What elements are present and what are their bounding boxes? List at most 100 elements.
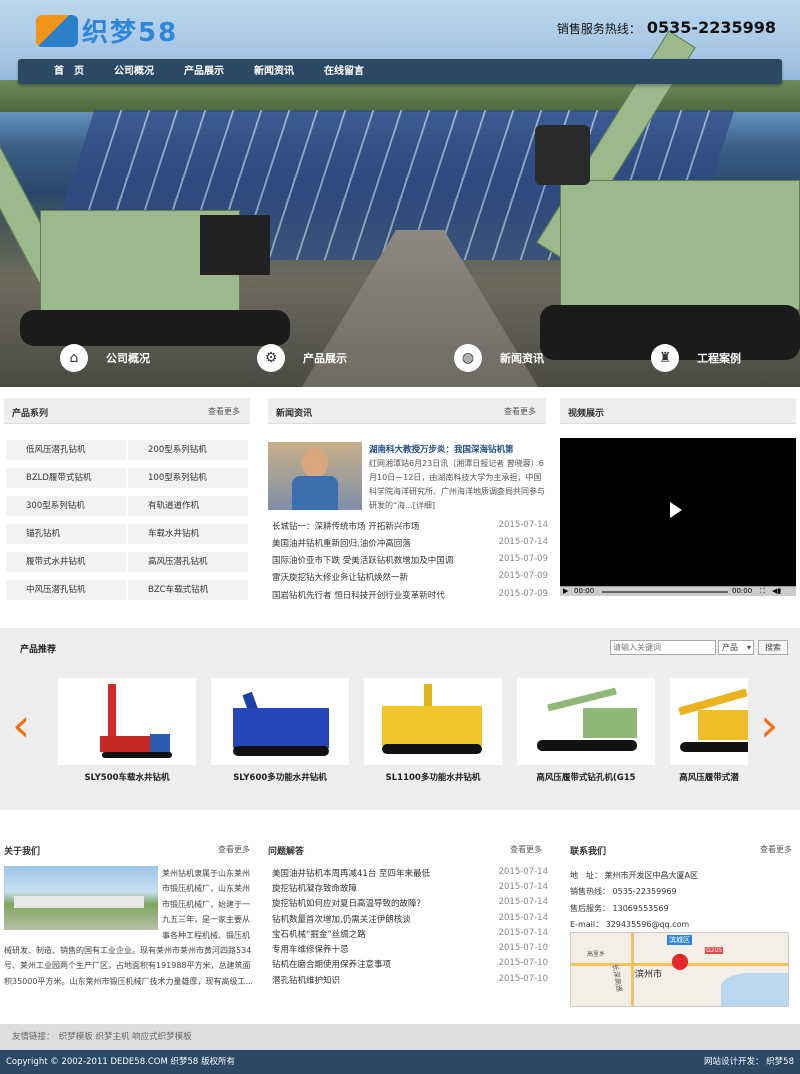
video-header: 视频展示 [560, 398, 796, 424]
product-series-item[interactable]: BZLD履带式钻机 [6, 468, 126, 488]
products-more-link[interactable]: 查看更多 [208, 406, 240, 417]
about-more-link[interactable]: 查看更多 [218, 844, 250, 855]
about-text-wrap: 莱州钻机隶属于山东莱州市锻压机械厂，山东莱州市锻压机械厂，始建于一九五三年，是一… [4, 866, 256, 1006]
map-label-district: 滨城区 [667, 935, 692, 945]
news-row[interactable]: 国际油价亚市下跌 受美活跃钻机数增加及中国调 2015-07-09 [272, 554, 548, 566]
faq-more-link[interactable]: 查看更多 [510, 844, 542, 855]
map-pin-icon[interactable]: ⬤ [671, 951, 689, 970]
footer-copyright: Copyright © 2002-2011 DEDE58.COM 织梦58 版权… [6, 1057, 235, 1067]
video-player[interactable]: ▶ 00:00 00:00 ⛶ ◀▮ [560, 438, 796, 596]
nav-news[interactable]: 新闻资讯 [254, 59, 294, 84]
recommend-product[interactable]: SL1100多功能水井钻机 [364, 678, 502, 788]
faq-row[interactable]: 宝石机械“掘金”丝绸之路 2015-07-14 [272, 928, 548, 940]
product-track [233, 746, 329, 756]
map-road-v [631, 933, 634, 1006]
news-row-date: 2015-07-14 [498, 537, 548, 547]
product-body [233, 708, 329, 748]
nav-about[interactable]: 公司概况 [114, 59, 154, 84]
news-row-title: 雷沃旋挖钻大修业务让钻机焕然一新 [272, 573, 409, 583]
faq-row[interactable]: 钻机在磨合期使用保养注意事项 2015-07-10 [272, 958, 548, 970]
rig-body-right [560, 180, 800, 310]
product-name: SLY600多功能水井钻机 [233, 773, 327, 783]
location-map[interactable]: 滨城区 G205 高里乡 长深高速 滨州市 ⬤ [570, 932, 789, 1007]
search-button[interactable]: 搜索 [758, 640, 788, 655]
quick-link-products[interactable]: ⚙ 产品展示 [257, 343, 347, 373]
product-series-item[interactable]: 车载水井钻机 [128, 524, 248, 544]
video-title: 视频展示 [568, 409, 605, 419]
product-series-item[interactable]: 履带式水井钻机 [6, 552, 126, 572]
search-input[interactable] [610, 640, 716, 655]
pause-icon[interactable]: ▶ [563, 587, 568, 595]
news-featured-title[interactable]: 湖南科大教授万步炎：我国深海钻机第 [369, 443, 549, 455]
product-name: SL1100多功能水井钻机 [385, 773, 481, 783]
product-image [670, 678, 748, 765]
news-row[interactable]: 美国油井钻机重新回归,油价冲高回落 2015-07-14 [272, 537, 548, 549]
quick-link-about[interactable]: ⌂ 公司概况 [60, 343, 150, 373]
globe-icon: ◍ [454, 344, 482, 372]
nav-message[interactable]: 在线留言 [324, 59, 364, 84]
product-series-item[interactable]: 有轨道道作机 [128, 496, 248, 516]
fullscreen-icon[interactable]: ⛶ [760, 587, 765, 596]
volume-icon[interactable]: ◀▮ [772, 587, 781, 595]
carousel-prev-icon[interactable]: ‹ [12, 698, 30, 752]
quick-link-news[interactable]: ◍ 新闻资讯 [454, 343, 544, 373]
contact-more-link[interactable]: 查看更多 [760, 844, 792, 855]
recommend-product[interactable]: SLY500车载水井钻机 [58, 678, 196, 788]
play-icon[interactable] [670, 502, 682, 518]
home-icon: ⌂ [60, 344, 88, 372]
product-series-item[interactable]: 中风压潜孔钻机 [6, 580, 126, 600]
site-logo[interactable]: 织梦58 [36, 12, 178, 49]
faq-row-date: 2015-07-10 [498, 974, 548, 984]
carousel-next-icon[interactable]: › [760, 698, 778, 752]
nav-home[interactable]: 首 页 [54, 59, 84, 84]
video-controls: ▶ 00:00 00:00 ⛶ ◀▮ [560, 586, 796, 596]
quick-link-cases[interactable]: ♜ 工程案例 [651, 343, 741, 373]
nav-products[interactable]: 产品展示 [184, 59, 224, 84]
recommend-product[interactable]: SLY600多功能水井钻机 [211, 678, 349, 788]
product-image [211, 678, 349, 765]
product-recommend-section: 产品推荐 产品 ▾ 搜索 ‹ › SLY500车载水井钻机 SLY600多功能水井… [0, 628, 800, 810]
trophy-icon: ♜ [651, 344, 679, 372]
news-row[interactable]: 长城钻一：深耕传统市场 开拓新兴市场 2015-07-14 [272, 520, 548, 532]
news-more-link[interactable]: 查看更多 [504, 406, 536, 417]
faq-row[interactable]: 潜孔钻机维护知识 2015-07-10 [272, 974, 548, 986]
faq-row[interactable]: 美国油井钻机本周再减41台 至四年来最低 2015-07-14 [272, 867, 548, 879]
products-header: 产品系列 查看更多 [4, 398, 250, 424]
news-row-date: 2015-07-14 [498, 520, 548, 530]
footer-developer[interactable]: 网站设计开发： 织梦58 [704, 1050, 794, 1074]
quick-link-label: 产品展示 [303, 352, 347, 365]
product-series-item[interactable]: 100型系列钻机 [128, 468, 248, 488]
recommend-product[interactable]: 高风压履带式潜 [670, 678, 748, 788]
product-series-item[interactable]: 300型系列钻机 [6, 496, 126, 516]
about-float-spacer [4, 866, 162, 932]
faq-row-date: 2015-07-10 [498, 943, 548, 953]
rig-engine-left [200, 215, 270, 275]
search-category-select[interactable]: 产品 ▾ [718, 640, 754, 655]
video-seek-bar[interactable] [602, 591, 728, 593]
logo-text: 织梦58 [82, 18, 179, 48]
recommend-title: 产品推荐 [20, 645, 57, 655]
product-name: 高风压履带式潜 [679, 773, 739, 783]
product-series-item[interactable]: 低风压潜孔钻机 [6, 440, 126, 460]
quick-link-label: 工程案例 [697, 352, 741, 365]
recommend-product[interactable]: 高风压履带式钻孔机(G15 [517, 678, 655, 788]
product-series-item[interactable]: 200型系列钻机 [128, 440, 248, 460]
product-series-item[interactable]: BZC车载式钻机 [128, 580, 248, 600]
faq-row[interactable]: 钻机数量首次增加,仍需关注伊朗核谈 2015-07-14 [272, 913, 548, 925]
faq-row-title: 美国油井钻机本周再减41台 至四年来最低 [272, 869, 431, 879]
news-row[interactable]: 国岩钻机先行者 恒日科技开创行业变革新时代 2015-07-09 [272, 589, 548, 601]
product-series-item[interactable]: 高风压潜孔钻机 [128, 552, 248, 572]
news-row[interactable]: 雷沃旋挖钻大修业务让钻机焕然一新 2015-07-09 [272, 571, 548, 583]
logo-mark-icon [36, 14, 78, 47]
product-cab [150, 734, 170, 752]
person-body [292, 476, 338, 510]
faq-row[interactable]: 专用车维修保养十忌 2015-07-10 [272, 943, 548, 955]
map-label-highway: G205 [705, 947, 724, 954]
faq-row[interactable]: 旋挖钻机如何应对夏日高温导致的故障？ 2015-07-14 [272, 897, 548, 909]
friend-links[interactable]: 友情链接： 织梦模板 织梦主机 响应式织梦模板 [0, 1024, 800, 1050]
contact-email: E-mail： 329435596@qq.com [570, 920, 690, 929]
faq-row[interactable]: 旋挖钻机凝存致命故障 2015-07-14 [272, 882, 548, 894]
news-featured-image[interactable] [268, 442, 362, 510]
product-series-item[interactable]: 锚孔钻机 [6, 524, 126, 544]
chevron-down-icon: ▾ [746, 643, 751, 652]
